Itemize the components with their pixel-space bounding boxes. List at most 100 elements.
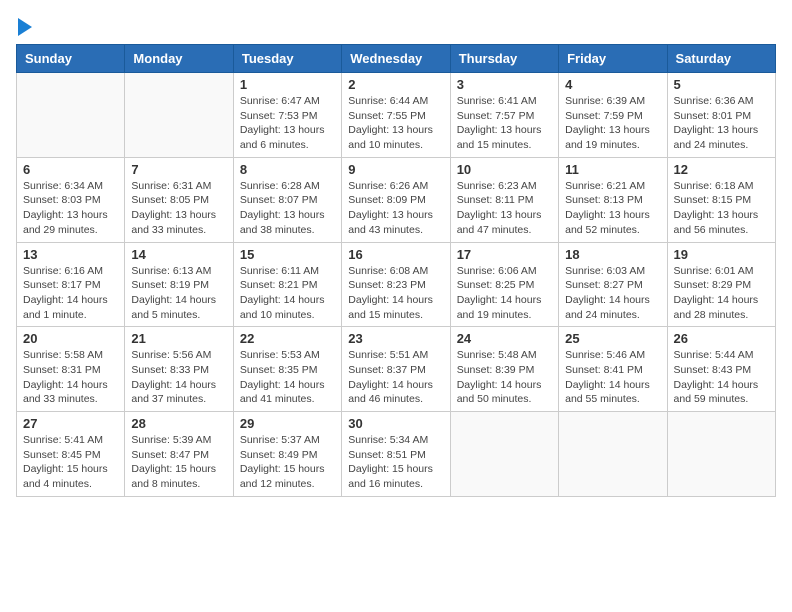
calendar-day-cell: 13Sunrise: 6:16 AMSunset: 8:17 PMDayligh… bbox=[17, 242, 125, 327]
weekday-header-friday: Friday bbox=[559, 45, 667, 73]
day-number: 28 bbox=[131, 416, 226, 431]
calendar-day-cell: 2Sunrise: 6:44 AMSunset: 7:55 PMDaylight… bbox=[342, 73, 450, 158]
calendar-day-cell: 4 Sunrise: 6:39 AMSunset: 7:59 PMDaylight… bbox=[559, 73, 667, 158]
day-info: Sunrise: 6:39 AMSunset: 7:59 PMDaylight:… bbox=[565, 94, 660, 153]
weekday-header-monday: Monday bbox=[125, 45, 233, 73]
day-number: 19 bbox=[674, 247, 769, 262]
day-info: Sunrise: 6:11 AMSunset: 8:21 PMDaylight:… bbox=[240, 264, 335, 323]
day-number: 6 bbox=[23, 162, 118, 177]
day-number: 26 bbox=[674, 331, 769, 346]
day-info: Sunrise: 6:34 AMSunset: 8:03 PMDaylight:… bbox=[23, 179, 118, 238]
day-number: 21 bbox=[131, 331, 226, 346]
calendar-day-cell bbox=[17, 73, 125, 158]
calendar-table: SundayMondayTuesdayWednesdayThursdayFrid… bbox=[16, 44, 776, 497]
day-number: 3 bbox=[457, 77, 552, 92]
calendar-week-4: 20 Sunrise: 5:58 AMSunset: 8:31 PMDayligh… bbox=[17, 327, 776, 412]
day-number: 14 bbox=[131, 247, 226, 262]
day-number: 22 bbox=[240, 331, 335, 346]
day-info: Sunrise: 6:31 AMSunset: 8:05 PMDaylight:… bbox=[131, 179, 226, 238]
day-info: Sunrise: 5:51 AMSunset: 8:37 PMDaylight:… bbox=[348, 348, 443, 407]
calendar-day-cell: 6 Sunrise: 6:34 AMSunset: 8:03 PMDaylight… bbox=[17, 157, 125, 242]
day-info: Sunrise: 5:39 AMSunset: 8:47 PMDaylight:… bbox=[131, 433, 226, 492]
day-number: 10 bbox=[457, 162, 552, 177]
calendar-week-2: 6 Sunrise: 6:34 AMSunset: 8:03 PMDaylight… bbox=[17, 157, 776, 242]
day-info: Sunrise: 5:58 AMSunset: 8:31 PMDaylight:… bbox=[23, 348, 118, 407]
calendar-day-cell: 28 Sunrise: 5:39 AMSunset: 8:47 PMDayligh… bbox=[125, 412, 233, 497]
calendar-day-cell: 11Sunrise: 6:21 AMSunset: 8:13 PMDayligh… bbox=[559, 157, 667, 242]
calendar-day-cell bbox=[450, 412, 558, 497]
calendar-day-cell: 29Sunrise: 5:37 AMSunset: 8:49 PMDayligh… bbox=[233, 412, 341, 497]
day-info: Sunrise: 6:36 AMSunset: 8:01 PMDaylight:… bbox=[674, 94, 769, 153]
day-number: 4 bbox=[565, 77, 660, 92]
day-number: 5 bbox=[674, 77, 769, 92]
calendar-day-cell: 16 Sunrise: 6:08 AMSunset: 8:23 PMDayligh… bbox=[342, 242, 450, 327]
day-info: Sunrise: 6:44 AMSunset: 7:55 PMDaylight:… bbox=[348, 94, 443, 153]
calendar-day-cell: 3 Sunrise: 6:41 AMSunset: 7:57 PMDaylight… bbox=[450, 73, 558, 158]
day-info: Sunrise: 6:03 AMSunset: 8:27 PMDaylight:… bbox=[565, 264, 660, 323]
calendar-header-row: SundayMondayTuesdayWednesdayThursdayFrid… bbox=[17, 45, 776, 73]
calendar-day-cell: 26 Sunrise: 5:44 AMSunset: 8:43 PMDayligh… bbox=[667, 327, 775, 412]
weekday-header-sunday: Sunday bbox=[17, 45, 125, 73]
day-number: 1 bbox=[240, 77, 335, 92]
calendar-day-cell bbox=[667, 412, 775, 497]
calendar-day-cell: 17 Sunrise: 6:06 AMSunset: 8:25 PMDayligh… bbox=[450, 242, 558, 327]
calendar-day-cell: 25 Sunrise: 5:46 AMSunset: 8:41 PMDayligh… bbox=[559, 327, 667, 412]
calendar-week-5: 27 Sunrise: 5:41 AMSunset: 8:45 PMDayligh… bbox=[17, 412, 776, 497]
day-number: 24 bbox=[457, 331, 552, 346]
day-info: Sunrise: 6:41 AMSunset: 7:57 PMDaylight:… bbox=[457, 94, 552, 153]
day-number: 18 bbox=[565, 247, 660, 262]
calendar-day-cell: 10 Sunrise: 6:23 AMSunset: 8:11 PMDayligh… bbox=[450, 157, 558, 242]
day-number: 25 bbox=[565, 331, 660, 346]
weekday-header-saturday: Saturday bbox=[667, 45, 775, 73]
calendar-week-1: 1 Sunrise: 6:47 AMSunset: 7:53 PMDaylight… bbox=[17, 73, 776, 158]
calendar-day-cell: 8 Sunrise: 6:28 AMSunset: 8:07 PMDaylight… bbox=[233, 157, 341, 242]
calendar-day-cell: 12 Sunrise: 6:18 AMSunset: 8:15 PMDayligh… bbox=[667, 157, 775, 242]
calendar-day-cell: 30 Sunrise: 5:34 AMSunset: 8:51 PMDayligh… bbox=[342, 412, 450, 497]
day-info: Sunrise: 6:08 AMSunset: 8:23 PMDaylight:… bbox=[348, 264, 443, 323]
day-number: 23 bbox=[348, 331, 443, 346]
weekday-header-tuesday: Tuesday bbox=[233, 45, 341, 73]
day-info: Sunrise: 6:18 AMSunset: 8:15 PMDaylight:… bbox=[674, 179, 769, 238]
day-number: 13 bbox=[23, 247, 118, 262]
day-number: 8 bbox=[240, 162, 335, 177]
weekday-header-thursday: Thursday bbox=[450, 45, 558, 73]
calendar-day-cell: 22 Sunrise: 5:53 AMSunset: 8:35 PMDayligh… bbox=[233, 327, 341, 412]
day-info: Sunrise: 6:47 AMSunset: 7:53 PMDaylight:… bbox=[240, 94, 335, 153]
day-info: Sunrise: 5:41 AMSunset: 8:45 PMDaylight:… bbox=[23, 433, 118, 492]
day-number: 7 bbox=[131, 162, 226, 177]
calendar-week-3: 13Sunrise: 6:16 AMSunset: 8:17 PMDayligh… bbox=[17, 242, 776, 327]
calendar-day-cell: 20 Sunrise: 5:58 AMSunset: 8:31 PMDayligh… bbox=[17, 327, 125, 412]
calendar-day-cell: 5 Sunrise: 6:36 AMSunset: 8:01 PMDaylight… bbox=[667, 73, 775, 158]
weekday-header-wednesday: Wednesday bbox=[342, 45, 450, 73]
day-info: Sunrise: 5:44 AMSunset: 8:43 PMDaylight:… bbox=[674, 348, 769, 407]
day-info: Sunrise: 6:23 AMSunset: 8:11 PMDaylight:… bbox=[457, 179, 552, 238]
page-header bbox=[16, 16, 776, 36]
calendar-day-cell: 18 Sunrise: 6:03 AMSunset: 8:27 PMDayligh… bbox=[559, 242, 667, 327]
day-number: 17 bbox=[457, 247, 552, 262]
calendar-day-cell: 7 Sunrise: 6:31 AMSunset: 8:05 PMDaylight… bbox=[125, 157, 233, 242]
day-number: 29 bbox=[240, 416, 335, 431]
day-info: Sunrise: 6:21 AMSunset: 8:13 PMDaylight:… bbox=[565, 179, 660, 238]
day-number: 27 bbox=[23, 416, 118, 431]
calendar-day-cell: 15 Sunrise: 6:11 AMSunset: 8:21 PMDayligh… bbox=[233, 242, 341, 327]
day-number: 15 bbox=[240, 247, 335, 262]
day-info: Sunrise: 5:34 AMSunset: 8:51 PMDaylight:… bbox=[348, 433, 443, 492]
day-number: 9 bbox=[348, 162, 443, 177]
day-info: Sunrise: 5:53 AMSunset: 8:35 PMDaylight:… bbox=[240, 348, 335, 407]
calendar-day-cell: 27 Sunrise: 5:41 AMSunset: 8:45 PMDayligh… bbox=[17, 412, 125, 497]
logo-triangle-icon bbox=[18, 18, 32, 36]
day-info: Sunrise: 6:28 AMSunset: 8:07 PMDaylight:… bbox=[240, 179, 335, 238]
day-info: Sunrise: 6:06 AMSunset: 8:25 PMDaylight:… bbox=[457, 264, 552, 323]
calendar-day-cell: 14 Sunrise: 6:13 AMSunset: 8:19 PMDayligh… bbox=[125, 242, 233, 327]
day-number: 12 bbox=[674, 162, 769, 177]
day-number: 16 bbox=[348, 247, 443, 262]
day-number: 20 bbox=[23, 331, 118, 346]
day-info: Sunrise: 5:46 AMSunset: 8:41 PMDaylight:… bbox=[565, 348, 660, 407]
day-number: 30 bbox=[348, 416, 443, 431]
logo bbox=[16, 16, 32, 36]
day-info: Sunrise: 6:13 AMSunset: 8:19 PMDaylight:… bbox=[131, 264, 226, 323]
calendar-day-cell bbox=[559, 412, 667, 497]
calendar-day-cell: 9Sunrise: 6:26 AMSunset: 8:09 PMDaylight… bbox=[342, 157, 450, 242]
day-info: Sunrise: 5:56 AMSunset: 8:33 PMDaylight:… bbox=[131, 348, 226, 407]
day-info: Sunrise: 5:48 AMSunset: 8:39 PMDaylight:… bbox=[457, 348, 552, 407]
